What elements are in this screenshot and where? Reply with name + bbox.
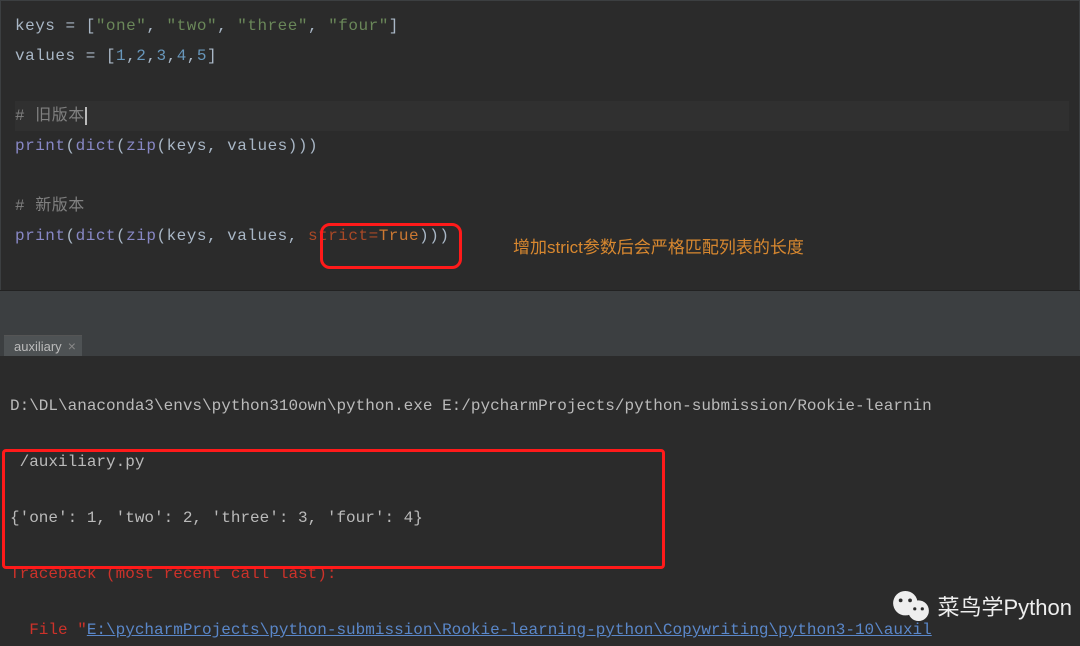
- code-line-empty[interactable]: [15, 161, 1069, 191]
- file-link[interactable]: E:\pycharmProjects\python-submission\Roo…: [87, 621, 932, 639]
- console-line: /auxiliary.py: [10, 448, 1070, 476]
- code-line[interactable]: print(dict(zip(keys, values))): [15, 131, 1069, 161]
- console-tab[interactable]: auxiliary ×: [4, 335, 82, 356]
- pane-divider[interactable]: [0, 290, 1080, 332]
- code-line[interactable]: values = [1,2,3,4,5]: [15, 41, 1069, 71]
- traceback-line: Traceback (most recent call last):: [10, 560, 1070, 588]
- code-editor[interactable]: keys = ["one", "two", "three", "four"] v…: [0, 0, 1080, 290]
- code-line[interactable]: # 旧版本: [15, 101, 1069, 131]
- code-line[interactable]: # 新版本: [15, 191, 1069, 221]
- text-cursor: [85, 107, 87, 125]
- wechat-icon: [892, 590, 930, 622]
- variable: keys: [15, 17, 55, 35]
- code-line-empty[interactable]: [15, 71, 1069, 101]
- code-line[interactable]: keys = ["one", "two", "three", "four"]: [15, 11, 1069, 41]
- console-line: {'one': 1, 'two': 2, 'three': 3, 'four':…: [10, 504, 1070, 532]
- close-icon[interactable]: ×: [68, 338, 76, 354]
- annotation-text: 增加strict参数后会严格匹配列表的长度: [513, 233, 804, 258]
- console-tab-bar: auxiliary ×: [0, 332, 1080, 356]
- watermark-text: 菜鸟学Python: [938, 590, 1073, 622]
- console-line: D:\DL\anaconda3\envs\python310own\python…: [10, 392, 1070, 420]
- watermark: 菜鸟学Python: [892, 590, 1073, 622]
- tab-label: auxiliary: [14, 339, 62, 354]
